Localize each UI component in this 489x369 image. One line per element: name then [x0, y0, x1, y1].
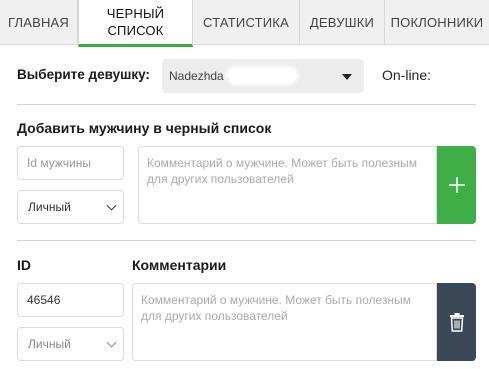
delete-button[interactable] — [437, 283, 476, 361]
select-girl-label: Выберите девушку: — [17, 67, 150, 82]
man-id-input[interactable]: Id мужчины — [17, 146, 124, 180]
tab-admirers[interactable]: ПОКЛОННИКИ — [385, 0, 489, 44]
online-label: On-line: — [382, 67, 432, 83]
plus-icon — [448, 177, 465, 193]
tab-bar: ГЛАВНАЯ ЧЕРНЫЙ СПИСОК СТАТИСТИКА ДЕВУШКИ… — [0, 0, 489, 47]
column-comments-header: Комментарии — [132, 257, 227, 273]
tab-label: ПОКЛОННИКИ — [390, 14, 484, 30]
girl-select-value: Nadezhda S — [169, 69, 236, 83]
chevron-down-icon — [106, 200, 117, 211]
tab-main[interactable]: ГЛАВНАЯ — [0, 0, 78, 44]
blacklist-type-value: Личный — [28, 200, 71, 214]
blacklist-type-select[interactable]: Личный — [17, 190, 124, 224]
row-type-select[interactable]: Личный — [17, 327, 124, 361]
row-comment-textarea[interactable]: Комментарий о мужчине. Может быть полезн… — [132, 283, 437, 361]
comment-placeholder: Комментарий о мужчине. Может быть полезн… — [147, 156, 417, 186]
column-id-header: ID — [17, 257, 31, 273]
divider — [17, 240, 476, 241]
tab-label: СТАТИСТИКА — [203, 14, 289, 30]
tab-statistics[interactable]: СТАТИСТИКА — [193, 0, 300, 44]
tab-label: ДЕВУШКИ — [309, 14, 375, 30]
add-button[interactable] — [437, 146, 476, 224]
man-id-placeholder: Id мужчины — [27, 156, 91, 170]
row-id-input[interactable]: 46546 — [17, 283, 124, 317]
tab-label: ГЛАВНАЯ — [7, 14, 70, 30]
tab-blacklist[interactable]: ЧЕРНЫЙ СПИСОК — [78, 0, 193, 47]
chevron-down-icon — [106, 337, 117, 348]
tab-label-line2: СПИСОК — [107, 23, 164, 38]
row-type-value: Личный — [28, 337, 71, 351]
tab-girls[interactable]: ДЕВУШКИ — [300, 0, 385, 44]
girl-select[interactable]: Nadezhda S — [162, 59, 364, 93]
trash-icon — [449, 313, 464, 332]
caret-down-icon — [342, 74, 352, 80]
tab-label-line1: ЧЕРНЫЙ — [106, 6, 165, 21]
add-section-title: Добавить мужчину в черный список — [17, 120, 272, 136]
redacted-name-mask — [228, 68, 296, 83]
divider — [17, 104, 476, 105]
row-id-value: 46546 — [27, 293, 61, 307]
comment-textarea[interactable]: Комментарий о мужчине. Может быть полезн… — [138, 146, 437, 224]
row-comment-placeholder: Комментарий о мужчине. Может быть полезн… — [141, 293, 411, 323]
